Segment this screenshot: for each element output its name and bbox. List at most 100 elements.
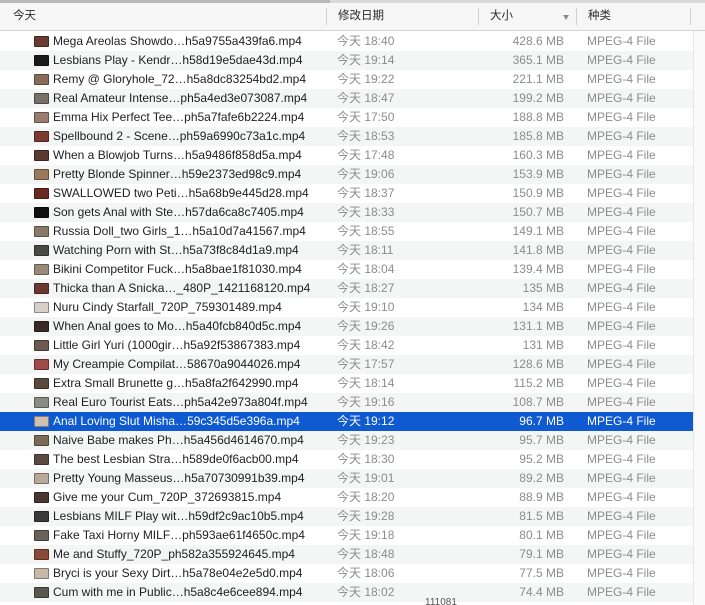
file-row[interactable]: Me and Stuffy_720P_ph582a355924645.mp4 今天… (0, 545, 693, 564)
file-kind: MPEG-4 File (587, 53, 656, 67)
file-name: Little Girl Yuri (1000gir…h5a92f53867383… (53, 338, 301, 352)
video-thumbnail-icon (34, 207, 49, 218)
file-size: 221.1 MB (512, 72, 564, 86)
file-name: Cum with me in Public…h5a8c4e6cee894.mp4 (53, 585, 303, 599)
file-size: 131.1 MB (512, 319, 564, 333)
file-date-modified: 今天 18:55 (337, 224, 395, 238)
video-thumbnail-icon (34, 150, 49, 161)
file-kind: MPEG-4 File (587, 509, 656, 523)
video-thumbnail-icon (34, 340, 49, 351)
file-row[interactable]: Naive Babe makes Ph…h5a456d4614670.mp4 今天… (0, 431, 693, 450)
column-header-kind[interactable]: 种类 (588, 3, 688, 30)
file-row[interactable]: Remy @ Gloryhole_72…h5a8dc83254bd2.mp4 今天… (0, 70, 693, 89)
column-divider[interactable] (576, 8, 577, 25)
file-row[interactable]: Real Amateur Intense…ph5a4ed3e073087.mp4… (0, 89, 693, 108)
column-divider[interactable] (690, 8, 691, 25)
column-header-date-modified[interactable]: 修改日期 (338, 3, 478, 30)
file-name: Pretty Young Masseus…h5a70730991b39.mp4 (53, 471, 305, 485)
file-kind: MPEG-4 File (587, 585, 656, 599)
column-header-size[interactable]: 大小 (490, 3, 570, 30)
file-kind: MPEG-4 File (587, 452, 656, 466)
file-size: 150.9 MB (512, 186, 564, 200)
column-divider[interactable] (478, 8, 479, 25)
file-date-modified: 今天 18:48 (337, 547, 395, 561)
file-size: 149.1 MB (512, 224, 564, 238)
file-name: Real Amateur Intense…ph5a4ed3e073087.mp4 (53, 91, 308, 105)
video-thumbnail-icon (34, 226, 49, 237)
file-row[interactable]: Russia Doll_two Girls_1…h5a10d7a41567.mp… (0, 222, 693, 241)
file-name: Lesbians Play - Kendr…h58d19e5dae43d.mp4 (53, 53, 303, 67)
file-row[interactable]: Spellbound 2 - Scene…ph59a6990c73a1c.mp4… (0, 127, 693, 146)
file-size: 141.8 MB (512, 243, 564, 257)
file-row[interactable]: Lesbians Play - Kendr…h58d19e5dae43d.mp4… (0, 51, 693, 70)
file-row[interactable]: When a Blowjob Turns…h5a9486f858d5a.mp4 今… (0, 146, 693, 165)
file-row[interactable]: Lesbians MILF Play wit…h59df2c9ac10b5.mp… (0, 507, 693, 526)
file-kind: MPEG-4 File (587, 224, 656, 238)
column-header-name[interactable]: 今天 (13, 3, 323, 30)
file-row[interactable]: Bryci is your Sexy Dirt…h5a78e04e2e5d0.m… (0, 564, 693, 583)
file-row[interactable]: Anal Loving Slut Misha…59c345d5e396a.mp4… (0, 412, 693, 431)
file-size: 115.2 MB (513, 376, 564, 390)
file-date-modified: 今天 18:53 (337, 129, 395, 143)
file-row[interactable]: Nuru Cindy Starfall_720P_759301489.mp4 今天… (0, 298, 693, 317)
file-size: 77.5 MB (519, 566, 564, 580)
file-name: Son gets Anal with Ste…h57da6ca8c7405.mp… (53, 205, 304, 219)
file-kind: MPEG-4 File (587, 34, 656, 48)
file-size: 89.2 MB (519, 471, 564, 485)
file-row[interactable]: Emma Hix Perfect Tee…ph5a7fafe6b2224.mp4… (0, 108, 693, 127)
video-thumbnail-icon (34, 264, 49, 275)
file-kind: MPEG-4 File (587, 167, 656, 181)
video-thumbnail-icon (34, 188, 49, 199)
file-kind: MPEG-4 File (587, 262, 656, 276)
file-kind: MPEG-4 File (587, 281, 656, 295)
file-row[interactable]: The best Lesbian Stra…h589de0f6acb00.mp4… (0, 450, 693, 469)
file-size: 96.7 MB (519, 414, 564, 428)
file-row[interactable]: Little Girl Yuri (1000gir…h5a92f53867383… (0, 336, 693, 355)
file-row[interactable]: Bikini Competitor Fuck…h5a8bae1f81030.mp… (0, 260, 693, 279)
column-divider[interactable] (326, 8, 327, 25)
file-size: 150.7 MB (512, 205, 564, 219)
file-size: 153.9 MB (512, 167, 564, 181)
file-row[interactable]: Mega Areolas Showdo…h5a9755a439fa6.mp4 今天… (0, 32, 693, 51)
file-size: 134 MB (522, 300, 564, 314)
file-row[interactable]: Fake Taxi Horny MILF…ph593ae61f4650c.mp4… (0, 526, 693, 545)
file-size: 131 MB (522, 338, 564, 352)
file-row[interactable]: SWALLOWED two Peti…h5a68b9e445d28.mp4 今天 … (0, 184, 693, 203)
video-thumbnail-icon (34, 359, 49, 370)
file-name: Spellbound 2 - Scene…ph59a6990c73a1c.mp4 (53, 129, 306, 143)
file-row[interactable]: Cum with me in Public…h5a8c4e6cee894.mp4… (0, 583, 693, 602)
file-date-modified: 今天 18:20 (337, 490, 395, 504)
file-name: Anal Loving Slut Misha…59c345d5e396a.mp4 (53, 414, 300, 428)
video-thumbnail-icon (34, 397, 49, 408)
vertical-scrollbar[interactable] (693, 31, 705, 605)
file-date-modified: 今天 19:06 (337, 167, 395, 181)
file-row[interactable]: Give me your Cum_720P_372693815.mp4 今天 18… (0, 488, 693, 507)
sort-descending-icon (563, 15, 569, 20)
file-row[interactable]: My Creampie Compilat…58670a9044026.mp4 今天… (0, 355, 693, 374)
file-kind: MPEG-4 File (587, 357, 656, 371)
file-name: Nuru Cindy Starfall_720P_759301489.mp4 (53, 300, 282, 314)
file-row[interactable]: Son gets Anal with Ste…h57da6ca8c7405.mp… (0, 203, 693, 222)
file-row[interactable]: Extra Small Brunette g…h5a8fa2f642990.mp… (0, 374, 693, 393)
file-size: 428.6 MB (512, 34, 564, 48)
file-row[interactable]: Real Euro Tourist Eats…ph5a42e973a804f.m… (0, 393, 693, 412)
file-date-modified: 今天 17:50 (337, 110, 395, 124)
file-date-modified: 今天 19:12 (337, 414, 395, 428)
file-size: 108.7 MB (512, 395, 564, 409)
video-thumbnail-icon (34, 492, 49, 503)
file-size: 74.4 MB (519, 585, 564, 599)
file-row[interactable]: Pretty Blonde Spinner…h59e2373ed98c9.mp4… (0, 165, 693, 184)
file-size: 95.7 MB (519, 433, 564, 447)
file-size: 199.2 MB (512, 91, 564, 105)
file-kind: MPEG-4 File (587, 338, 656, 352)
video-thumbnail-icon (34, 454, 49, 465)
file-date-modified: 今天 19:23 (337, 433, 395, 447)
file-row[interactable]: Watching Porn with St…h5a73f8c84d1a9.mp4… (0, 241, 693, 260)
file-row[interactable]: When Anal goes to Mo…h5a40fcb840d5c.mp4 今… (0, 317, 693, 336)
file-kind: MPEG-4 File (587, 300, 656, 314)
file-kind: MPEG-4 File (587, 433, 656, 447)
file-kind: MPEG-4 File (587, 528, 656, 542)
file-row[interactable]: Thicka than A Snicka…_480P_1421168120.mp… (0, 279, 693, 298)
video-thumbnail-icon (34, 378, 49, 389)
file-row[interactable]: Pretty Young Masseus…h5a70730991b39.mp4 今… (0, 469, 693, 488)
